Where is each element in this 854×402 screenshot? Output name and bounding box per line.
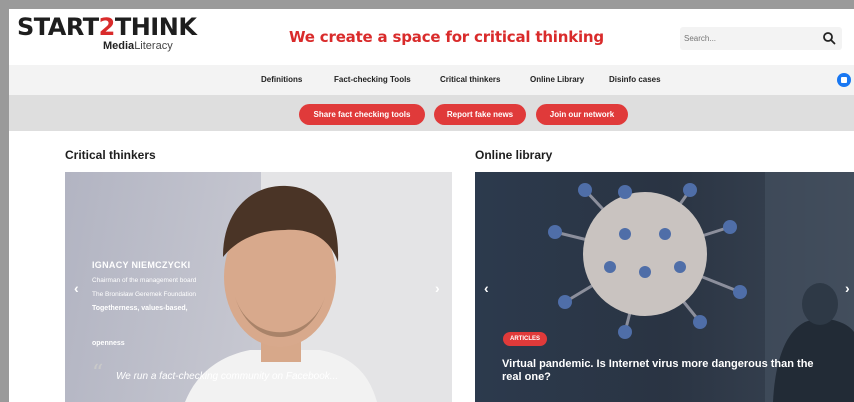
logo-subtitle: MediaLiteracy: [103, 40, 173, 52]
article-title[interactable]: Virtual pandemic. Is Internet virus more…: [502, 358, 832, 384]
chevron-left-icon[interactable]: ‹: [74, 280, 79, 296]
nav-item-definitions[interactable]: Definitions: [261, 75, 302, 84]
facebook-glyph: [841, 77, 847, 83]
category-badge[interactable]: ARTICLES: [503, 332, 547, 346]
share-tools-button[interactable]: Share fact checking tools: [299, 104, 425, 125]
facebook-icon[interactable]: [837, 73, 851, 87]
site-logo[interactable]: START2THINK MediaLiteracy: [17, 13, 197, 52]
nav-item-critical-thinkers[interactable]: Critical thinkers: [440, 75, 500, 84]
page: START2THINK MediaLiteracy We create a sp…: [9, 9, 854, 402]
cta-bar: Share fact checking tools Report fake ne…: [9, 95, 854, 131]
search-input[interactable]: [684, 29, 814, 47]
thinker-slider[interactable]: ‹ › IGNACY NIEMCZYCKI Chairman of the ma…: [65, 172, 452, 402]
chevron-right-icon[interactable]: ›: [435, 280, 440, 296]
online-library-heading: Online library: [475, 148, 553, 162]
library-slider[interactable]: ‹ › ARTICLES Virtual pandemic. Is Intern…: [475, 172, 854, 402]
search-box: [680, 27, 842, 50]
critical-thinkers-heading: Critical thinkers: [65, 148, 156, 162]
quote-icon: “: [92, 361, 104, 386]
thinker-values: Togetherness, values-based,: [92, 305, 188, 312]
nav-item-disinfo-cases[interactable]: Disinfo cases: [609, 75, 661, 84]
site-tagline: We create a space for critical thinking: [289, 28, 604, 46]
thinker-name: IGNACY NIEMCZYCKI: [92, 260, 191, 270]
chevron-right-icon[interactable]: ›: [845, 280, 850, 296]
thinker-portrait: [185, 172, 452, 402]
chevron-left-icon[interactable]: ‹: [484, 280, 489, 296]
main-nav: Definitions Fact-checking Tools Critical…: [9, 65, 854, 95]
join-network-button[interactable]: Join our network: [536, 104, 628, 125]
logo-wordmark: START2THINK: [17, 13, 197, 41]
thinker-role: Chairman of the management board: [92, 277, 197, 284]
thinker-organization: The Bronisław Geremek Foundation: [92, 291, 197, 298]
nav-item-online-library[interactable]: Online Library: [530, 75, 584, 84]
search-icon[interactable]: [822, 31, 836, 45]
nav-item-fact-checking-tools[interactable]: Fact-checking Tools: [334, 75, 411, 84]
thinker-values-cont: openness: [92, 340, 125, 347]
thinker-quote[interactable]: We run a fact-checking community on Face…: [116, 371, 338, 382]
site-header: START2THINK MediaLiteracy We create a sp…: [9, 9, 854, 65]
report-fake-news-button[interactable]: Report fake news: [434, 104, 526, 125]
